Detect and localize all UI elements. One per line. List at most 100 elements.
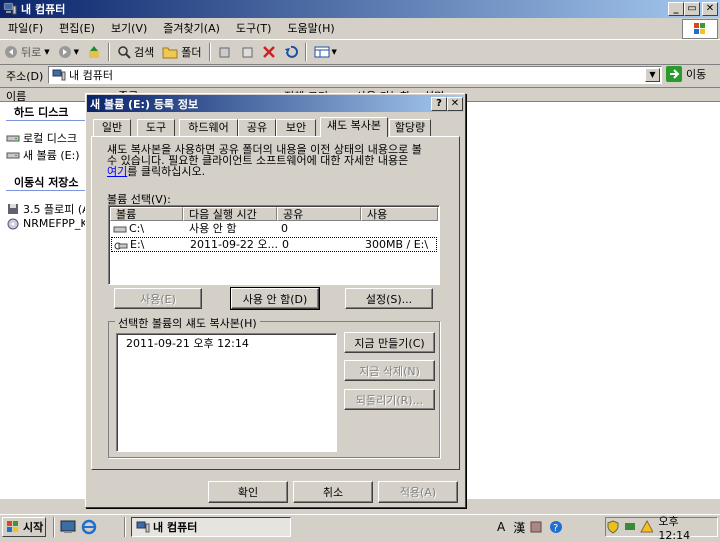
volume-row[interactable]: C:\ 사용 안 함 0 (111, 222, 437, 237)
snapshot-item[interactable]: 2011-09-21 오후 12:14 (117, 334, 336, 352)
ime-pad-icon[interactable] (529, 520, 543, 534)
vol-col-shares[interactable]: 공유 (277, 207, 361, 221)
dialog-title-bar[interactable]: 새 볼륨 (E:) 등록 정보 (87, 95, 464, 112)
menu-view[interactable]: 보기(V) (103, 20, 155, 36)
tab-sharing[interactable]: 공유 (238, 119, 276, 136)
minimize-button[interactable]: _ (668, 2, 684, 16)
section-divider (6, 120, 86, 121)
ok-button[interactable]: 확인 (208, 481, 288, 503)
apply-button[interactable]: 적용(A) (378, 481, 458, 503)
tab-shadow-copies[interactable]: 섀도 복사본 (320, 117, 388, 137)
enable-button[interactable]: 사용(E) (114, 288, 202, 309)
create-now-button[interactable]: 지금 만들기(C) (344, 332, 435, 353)
up-arrow-icon (89, 45, 100, 58)
cd-drive-item[interactable]: NRMEFPP_K (6, 217, 88, 230)
help-icon[interactable]: ? (549, 520, 563, 534)
menu-help[interactable]: 도움말(H) (279, 20, 342, 36)
copy-to-button[interactable] (236, 45, 258, 59)
vol-col-volume[interactable]: 볼륨 (110, 207, 183, 221)
clock: 오후 12:14 (658, 514, 691, 542)
tab-hardware[interactable]: 하드웨어 (179, 119, 238, 136)
language-bar: A 漢 ? (493, 517, 573, 537)
back-button[interactable]: 뒤로 ▼ (0, 44, 54, 60)
ime-hanja-indicator[interactable]: 漢 (513, 519, 525, 536)
address-field[interactable]: 내 컴퓨터 ▼ (48, 66, 662, 84)
window-title: 내 컴퓨터 (21, 3, 66, 16)
disable-button[interactable]: 사용 안 함(D) (230, 287, 320, 310)
tab-tools[interactable]: 도구 (137, 119, 175, 136)
revert-button[interactable]: 되돌리기(R)... (344, 389, 435, 410)
start-button[interactable]: 시작 (2, 517, 46, 537)
up-folder-button[interactable] (83, 45, 105, 59)
move-to-button[interactable] (214, 45, 236, 59)
help-link[interactable]: 여기 (107, 165, 127, 178)
menu-edit[interactable]: 편집(E) (51, 20, 103, 36)
dialog-close-button[interactable]: ✕ (447, 97, 463, 111)
undo-button[interactable] (280, 45, 302, 59)
menu-tools[interactable]: 도구(T) (228, 20, 280, 36)
folder-icon (162, 47, 178, 58)
dialog-help-button[interactable]: ? (431, 97, 447, 111)
section-divider (6, 190, 86, 191)
shield-icon[interactable] (606, 520, 620, 534)
vol-col-used[interactable]: 사용 (361, 207, 438, 221)
cancel-button[interactable]: 취소 (293, 481, 373, 503)
folders-button[interactable]: 폴더 (158, 44, 205, 60)
menu-bar: 파일(F) 편집(E) 보기(V) 즐겨찾기(A) 도구(T) 도움말(H) (0, 18, 720, 38)
move-to-icon (219, 47, 230, 57)
volume-list[interactable]: 볼륨 다음 실행 시간 공유 사용 C:\ 사용 안 함 0 E:\ 2011-… (108, 205, 440, 285)
forward-button[interactable]: ▼ (54, 45, 83, 59)
warning-icon[interactable] (639, 520, 654, 534)
search-icon (118, 45, 131, 59)
tab-quota[interactable]: 할당량 (389, 119, 431, 136)
toolbar: 뒤로 ▼ ▼ 검색 폴더 ▼ (0, 39, 720, 63)
views-button[interactable]: ▼ (310, 45, 341, 59)
toolbar-separator (208, 42, 211, 61)
search-button[interactable]: 검색 (113, 44, 158, 60)
local-disk-item[interactable]: 로컬 디스크 (6, 130, 77, 146)
taskbar-my-computer[interactable]: 내 컴퓨터 (131, 517, 291, 537)
copy-to-icon (242, 47, 253, 57)
restore-button[interactable]: ▭ (684, 2, 700, 16)
section-hard-disks: 하드 디스크 (14, 106, 69, 119)
back-arrow-icon (5, 45, 17, 58)
address-dropdown-button[interactable]: ▼ (645, 68, 660, 82)
views-grid-icon (314, 46, 330, 57)
my-computer-icon (3, 2, 17, 15)
snapshot-list[interactable]: 2011-09-21 오후 12:14 (116, 333, 337, 452)
tab-security[interactable]: 보안 (276, 119, 316, 136)
svg-text:?: ? (553, 523, 558, 534)
menu-file[interactable]: 파일(F) (0, 20, 51, 36)
hard-drive-icon (6, 135, 20, 142)
windows-logo-icon (682, 19, 718, 39)
hard-drive-icon (113, 226, 127, 233)
scheduled-drive-icon (114, 242, 128, 250)
my-computer-icon (136, 521, 150, 533)
menu-favorites[interactable]: 즐겨찾기(A) (155, 20, 228, 36)
undo-icon (284, 45, 298, 58)
delete-now-button[interactable]: 지금 삭제(N) (344, 360, 435, 381)
quicklaunch-ie-icon[interactable] (81, 519, 97, 538)
ime-mode-indicator[interactable]: A (497, 520, 505, 534)
volume-row-selected[interactable]: E:\ 2011-09-22 오... 0 300MB / E:\ (111, 237, 437, 252)
go-label: 이동 (686, 68, 707, 81)
floppy-icon (8, 204, 18, 214)
column-name[interactable]: 이름 (6, 88, 26, 104)
snapshots-group-label: 선택한 볼륨의 섀도 복사본(H) (115, 315, 260, 331)
floppy-item[interactable]: 3.5 플로피 (A (6, 201, 90, 217)
quicklaunch-desktop-icon[interactable] (60, 519, 76, 538)
toolbar-separator (304, 42, 307, 61)
window-title-bar[interactable]: 내 컴퓨터 (0, 0, 720, 18)
close-button[interactable]: ✕ (702, 2, 718, 16)
forward-arrow-icon (58, 45, 71, 58)
go-button[interactable]: 이동 (666, 66, 706, 82)
new-volume-e-item[interactable]: 새 볼륨 (E:) (6, 147, 80, 163)
system-tray: 오후 12:14 (605, 515, 718, 542)
taskbar-separator (124, 517, 126, 537)
vol-col-next-run[interactable]: 다음 실행 시간 (183, 207, 277, 221)
settings-button[interactable]: 설정(S)... (345, 288, 433, 309)
delete-button[interactable] (258, 45, 280, 59)
network-icon[interactable] (623, 520, 637, 534)
shadow-copy-description: 섀도 복사본을 사용하면 공유 폴더의 내용을 이전 상태의 내용으로 볼 수 … (107, 143, 422, 178)
tab-general[interactable]: 일반 (93, 119, 131, 136)
